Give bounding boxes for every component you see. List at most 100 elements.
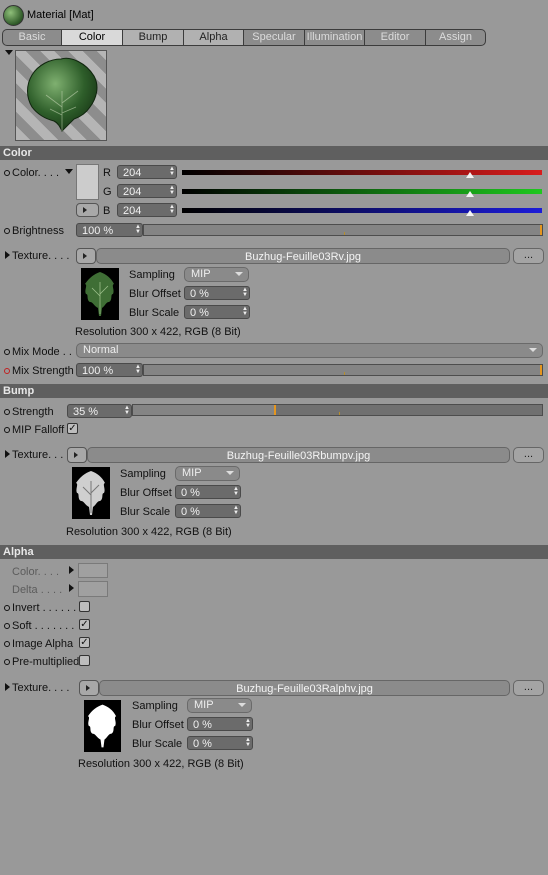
r-slider-track[interactable] [182, 170, 542, 175]
texture-file-field[interactable]: Buzhug-Feuille03Rbumpv.jpg [87, 447, 510, 463]
sampling-value: MIP [182, 467, 202, 479]
blur-offset-label: Blur Offset [132, 719, 184, 731]
animate-dot-icon[interactable] [4, 349, 10, 355]
tab-basic[interactable]: Basic [2, 29, 61, 46]
b-slider-track[interactable] [182, 208, 542, 213]
chevron-down-icon [235, 272, 243, 276]
tab-color[interactable]: Color [61, 29, 122, 46]
animate-dot-icon[interactable] [4, 623, 10, 629]
blur-scale-field[interactable]: 0 % ▲ ▼ [187, 736, 253, 750]
animate-dot-icon[interactable] [4, 228, 10, 234]
spinner-icon[interactable]: ▲ ▼ [245, 718, 251, 729]
spinner-icon[interactable]: ▲ ▼ [242, 287, 248, 298]
brightness-field[interactable]: 100 % ▲ ▼ [76, 223, 143, 237]
blur-scale-field[interactable]: 0 % ▲ ▼ [175, 504, 241, 518]
tab-bump[interactable]: Bump [122, 29, 183, 46]
animate-dot-icon[interactable] [4, 368, 10, 374]
triangle-right-icon[interactable] [5, 683, 10, 691]
slider-handle[interactable] [540, 365, 542, 375]
animate-dot-icon[interactable] [4, 641, 10, 647]
premultiplied-checkbox[interactable] [79, 655, 90, 666]
image-alpha-checkbox[interactable]: ✓ [79, 637, 90, 648]
spinner-icon[interactable]: ▲ ▼ [135, 224, 141, 235]
invert-checkbox[interactable] [79, 601, 90, 612]
spinner-icon[interactable]: ▲ ▼ [169, 166, 175, 177]
sampling-dropdown[interactable]: MIP [187, 698, 252, 713]
color-swatch[interactable] [76, 164, 99, 200]
slider-handle[interactable] [540, 225, 542, 235]
triangle-right-icon[interactable] [5, 251, 10, 259]
mix-strength-slider[interactable] [143, 364, 543, 376]
strength-field[interactable]: 35 % ▲ ▼ [67, 404, 132, 418]
soft-checkbox[interactable]: ✓ [79, 619, 90, 630]
spinner-icon[interactable]: ▲ ▼ [169, 204, 175, 215]
color-picker-button[interactable] [76, 203, 99, 217]
triangle-down-icon[interactable] [5, 50, 13, 55]
sampling-dropdown[interactable]: MIP [175, 466, 240, 481]
texture-menu-button[interactable] [76, 248, 96, 264]
triangle-right-icon[interactable] [69, 584, 74, 592]
spinner-icon[interactable]: ▲ ▼ [242, 306, 248, 317]
spinner-icon[interactable]: ▲ ▼ [233, 505, 239, 516]
r-value-field[interactable]: 204 ▲ ▼ [117, 165, 177, 179]
mix-strength-field[interactable]: 100 % ▲ ▼ [76, 363, 143, 377]
tab-alpha[interactable]: Alpha [183, 29, 243, 46]
brightness-slider[interactable] [143, 224, 543, 236]
sampling-dropdown[interactable]: MIP [184, 267, 249, 282]
color-menu-arrow-icon[interactable] [65, 169, 73, 174]
mip-falloff-checkbox[interactable]: ✓ [67, 423, 78, 434]
r-slider-cursor[interactable] [466, 172, 474, 178]
material-preview[interactable] [15, 50, 107, 141]
texture-menu-button[interactable] [79, 680, 99, 696]
premultiplied-label: Pre-multiplied [12, 656, 80, 668]
r-label: R [103, 167, 111, 179]
blur-offset-field[interactable]: 0 % ▲ ▼ [187, 717, 253, 731]
blur-offset-value: 0 % [193, 719, 212, 731]
triangle-right-icon[interactable] [69, 566, 74, 574]
slider-handle[interactable] [274, 405, 276, 415]
spinner-icon[interactable]: ▲ ▼ [169, 185, 175, 196]
tab-assign[interactable]: Assign [425, 29, 486, 46]
g-value-field[interactable]: 204 ▲ ▼ [117, 184, 177, 198]
color-label: Color. . . . [12, 167, 60, 179]
brightness-label: Brightness [12, 225, 64, 237]
tab-illumination[interactable]: Illumination [304, 29, 364, 46]
soft-label: Soft . . . . . . . [12, 620, 75, 632]
sampling-value: MIP [194, 699, 214, 711]
strength-slider[interactable] [132, 404, 543, 416]
texture-menu-button[interactable] [67, 447, 87, 463]
browse-button[interactable]: ... [513, 248, 544, 264]
tab-editor[interactable]: Editor [364, 29, 425, 46]
texture-file-field[interactable]: Buzhug-Feuille03Rv.jpg [96, 248, 510, 264]
resolution-text: Resolution 300 x 422, RGB (8 Bit) [66, 526, 232, 538]
spinner-icon[interactable]: ▲ ▼ [245, 737, 251, 748]
animate-dot-icon[interactable] [4, 605, 10, 611]
animate-dot-icon[interactable] [4, 409, 10, 415]
blur-offset-field[interactable]: 0 % ▲ ▼ [184, 286, 250, 300]
chevron-down-icon [529, 348, 537, 352]
alpha-color-swatch[interactable] [78, 563, 108, 578]
blur-offset-field[interactable]: 0 % ▲ ▼ [175, 485, 241, 499]
tab-specular[interactable]: Specular [243, 29, 304, 46]
animate-dot-icon[interactable] [4, 659, 10, 665]
spinner-icon[interactable]: ▲ ▼ [135, 364, 141, 375]
g-slider-cursor[interactable] [466, 191, 474, 197]
spinner-icon[interactable]: ▲ ▼ [233, 486, 239, 497]
leaf-thumbnail-icon [85, 272, 114, 316]
b-label: B [103, 205, 111, 217]
g-slider-track[interactable] [182, 189, 542, 194]
triangle-right-icon [83, 207, 87, 213]
animate-dot-icon[interactable] [4, 170, 10, 176]
b-value-field[interactable]: 204 ▲ ▼ [117, 203, 177, 217]
blur-scale-field[interactable]: 0 % ▲ ▼ [184, 305, 250, 319]
browse-button[interactable]: ... [513, 680, 544, 696]
delta-swatch[interactable] [78, 581, 108, 597]
leaf-alpha-thumbnail-icon [87, 704, 117, 748]
mix-mode-dropdown[interactable]: Normal [76, 343, 543, 358]
b-slider-cursor[interactable] [466, 210, 474, 216]
animate-dot-icon[interactable] [4, 427, 10, 433]
triangle-right-icon[interactable] [5, 450, 10, 458]
spinner-icon[interactable]: ▲ ▼ [124, 405, 130, 416]
browse-button[interactable]: ... [513, 447, 544, 463]
texture-file-field[interactable]: Buzhug-Feuille03Ralphv.jpg [99, 680, 510, 696]
